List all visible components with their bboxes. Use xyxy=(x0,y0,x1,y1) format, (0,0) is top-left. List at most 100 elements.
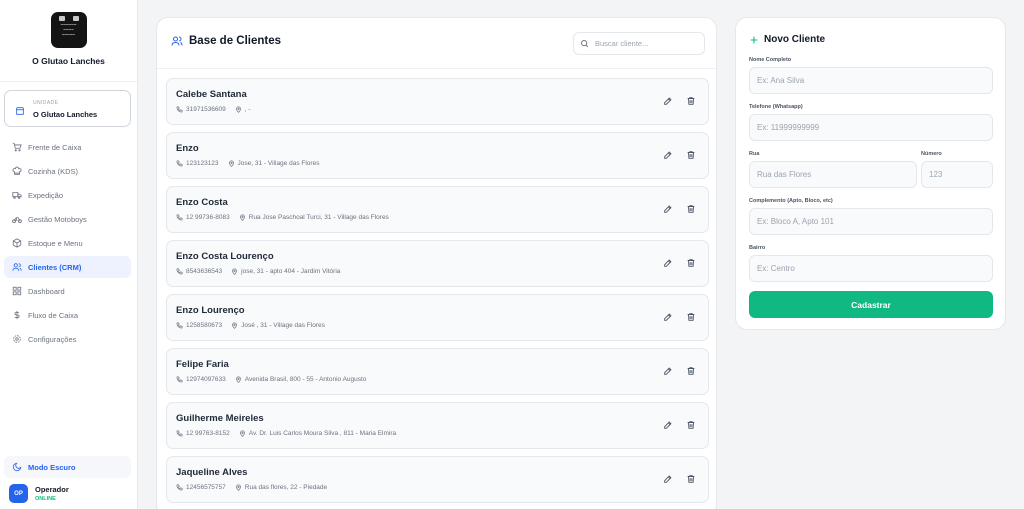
clients-header: Base de Clientes xyxy=(157,18,716,69)
trash-icon[interactable] xyxy=(686,474,696,484)
client-meta: 8543636543 jose, 31 - apto 404 - Jardim … xyxy=(176,268,340,275)
client-name: Calebe Santana xyxy=(176,89,247,100)
trash-icon[interactable] xyxy=(686,150,696,160)
sidebar-item-label: Cozinha (KDS) xyxy=(28,166,79,176)
phone-icon xyxy=(176,376,183,383)
client-meta: 12974097633 Avenida Brasil, 800 - 55 - A… xyxy=(176,376,366,383)
unit-name: O Glutao Lanches xyxy=(33,110,98,119)
trash-icon[interactable] xyxy=(686,420,696,430)
dollar-icon xyxy=(12,310,22,320)
trash-icon[interactable] xyxy=(686,312,696,322)
district-field[interactable] xyxy=(749,255,993,282)
trash-icon[interactable] xyxy=(686,96,696,106)
client-address: jose, 31 - apto 404 - Jardim Vitória xyxy=(241,268,341,275)
sidebar-item-motoboys[interactable]: Gestão Motoboys xyxy=(4,208,131,230)
client-phone: 31971536609 xyxy=(186,106,226,113)
clients-list: Calebe Santana 31971536609 , - Enzo 1231… xyxy=(166,78,709,509)
edit-icon[interactable] xyxy=(663,150,673,160)
phone-icon xyxy=(176,322,183,329)
client-row[interactable]: Enzo Costa Lourenço 8543636543 jose, 31 … xyxy=(166,240,709,287)
brand-logo: ~~~~~~ ~~~~ ~~~~~ xyxy=(50,12,87,48)
map-pin-icon xyxy=(235,106,242,113)
map-pin-icon xyxy=(231,268,238,275)
client-phone: 1258580673 xyxy=(186,322,223,329)
trash-icon[interactable] xyxy=(686,366,696,376)
edit-icon[interactable] xyxy=(663,420,673,430)
register-button[interactable]: Cadastrar xyxy=(749,291,993,318)
chef-hat-icon xyxy=(12,166,22,176)
client-address: Av. Dr. Luis Carlos Moura Silva , 811 - … xyxy=(248,430,397,437)
sidebar-item-dashboard[interactable]: Dashboard xyxy=(4,280,131,302)
client-phone: 12456575757 xyxy=(186,484,226,491)
sidebar-item-label: Frente de Caixa xyxy=(28,142,82,152)
name-label: Nome Completo xyxy=(749,57,792,63)
sidebar-item-label: Dashboard xyxy=(28,286,65,296)
client-row[interactable]: Calebe Santana 31971536609 , - xyxy=(166,78,709,125)
client-row[interactable]: Enzo Lourenço 1258580673 José , 31 - Vil… xyxy=(166,294,709,341)
map-pin-icon xyxy=(228,160,235,167)
search-input[interactable] xyxy=(595,39,703,48)
number-label: Número xyxy=(921,151,942,157)
client-phone: 12 99763-8152 xyxy=(186,430,230,437)
phone-icon xyxy=(176,430,183,437)
client-row[interactable]: Felipe Faria 12974097633 Avenida Brasil,… xyxy=(166,348,709,395)
map-pin-icon xyxy=(235,484,242,491)
sidebar-item-expedicao[interactable]: Expedição xyxy=(4,184,131,206)
operator-profile[interactable]: OP Operador ONLINE xyxy=(9,484,69,503)
complement-field[interactable] xyxy=(749,208,993,235)
client-row[interactable]: Enzo 123123123 Jose, 31 - Village das Fl… xyxy=(166,132,709,179)
clients-panel: Base de Clientes Calebe Santana 31971536… xyxy=(156,17,717,509)
phone-label: Telefone (Whatsapp) xyxy=(749,104,803,110)
map-pin-icon xyxy=(239,430,246,437)
sidebar-item-clientes[interactable]: Clientes (CRM) xyxy=(4,256,131,278)
client-address: Rua das flores, 22 - Piedade xyxy=(244,484,328,491)
client-address: Avenida Brasil, 800 - 55 - Antonio Augus… xyxy=(244,376,367,383)
number-field[interactable] xyxy=(921,161,993,188)
sidebar-item-cozinha[interactable]: Cozinha (KDS) xyxy=(4,160,131,182)
phone-field[interactable] xyxy=(749,114,993,141)
grid-icon xyxy=(12,286,22,296)
complement-label: Complemento (Apto, Bloco, etc) xyxy=(749,198,833,204)
phone-icon xyxy=(176,268,183,275)
client-meta: 12 99763-8152 Av. Dr. Luis Carlos Moura … xyxy=(176,430,396,437)
sidebar: ~~~~~~ ~~~~ ~~~~~ O Glutao Lanches UNIDADE… xyxy=(0,0,138,509)
client-name: Jaqueline Alves xyxy=(176,467,248,478)
client-meta: 1258580673 José , 31 - Village das Flore… xyxy=(176,322,325,329)
name-field[interactable] xyxy=(749,67,993,94)
client-name: Enzo Costa Lourenço xyxy=(176,251,274,262)
dark-mode-toggle[interactable]: Modo Escuro xyxy=(4,456,131,478)
client-name: Guilherme Meireles xyxy=(176,413,264,424)
edit-icon[interactable] xyxy=(663,366,673,376)
edit-icon[interactable] xyxy=(663,312,673,322)
edit-icon[interactable] xyxy=(663,474,673,484)
search-box[interactable] xyxy=(573,32,705,55)
client-row[interactable]: Enzo Costa 12 99736-8083 Rua Jose Pascho… xyxy=(166,186,709,233)
sidebar-item-fluxo-de-caixa[interactable]: Fluxo de Caixa xyxy=(4,304,131,326)
client-phone: 8543636543 xyxy=(186,268,223,275)
phone-icon xyxy=(176,160,183,167)
trash-icon[interactable] xyxy=(686,204,696,214)
search-icon xyxy=(580,39,589,48)
dark-mode-label: Modo Escuro xyxy=(28,462,76,472)
client-row[interactable]: Jaqueline Alves 12456575757 Rua das flor… xyxy=(166,456,709,503)
operator-status: ONLINE xyxy=(35,496,56,502)
sidebar-item-configuracoes[interactable]: Configurações xyxy=(4,328,131,350)
gear-icon xyxy=(12,334,22,344)
sidebar-item-estoque[interactable]: Estoque e Menu xyxy=(4,232,131,254)
map-pin-icon xyxy=(231,322,238,329)
edit-icon[interactable] xyxy=(663,204,673,214)
street-field[interactable] xyxy=(749,161,917,188)
moon-icon xyxy=(12,462,22,472)
edit-icon[interactable] xyxy=(663,258,673,268)
map-pin-icon xyxy=(235,376,242,383)
sidebar-item-frente-de-caixa[interactable]: Frente de Caixa xyxy=(4,136,131,158)
sidebar-item-label: Configurações xyxy=(28,334,77,344)
client-name: Enzo Costa xyxy=(176,197,228,208)
edit-icon[interactable] xyxy=(663,96,673,106)
unit-selector[interactable]: UNIDADE O Glutao Lanches xyxy=(4,90,131,127)
map-pin-icon xyxy=(239,214,246,221)
trash-icon[interactable] xyxy=(686,258,696,268)
sidebar-item-label: Estoque e Menu xyxy=(28,238,83,248)
client-phone: 123123123 xyxy=(186,160,219,167)
client-row[interactable]: Guilherme Meireles 12 99763-8152 Av. Dr.… xyxy=(166,402,709,449)
